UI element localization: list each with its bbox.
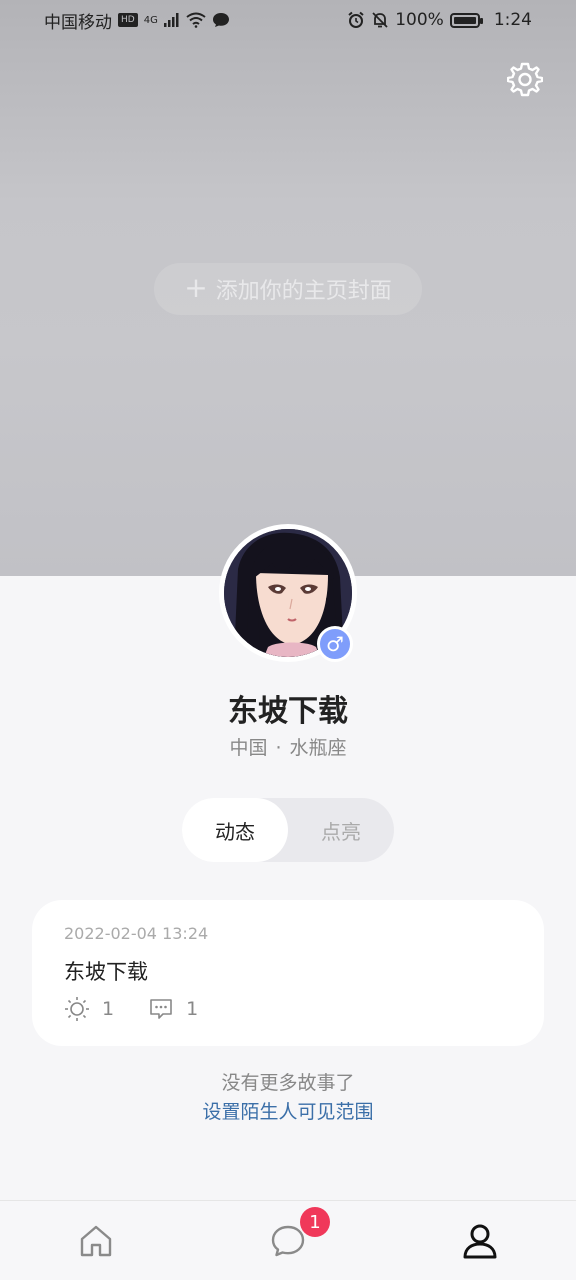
location-label: 中国 [229,737,268,759]
post-stats: 1 1 [64,996,232,1022]
message-notification-icon [212,13,229,27]
bottom-nav [0,1200,576,1280]
profile-tabs: 动态 点亮 [182,798,394,862]
message-badge: 1 [300,1207,330,1237]
profile-subinfo: 中国 · 水瓶座 [0,733,576,760]
status-bar: 中国移动 HD 4G 100% 1:24 [0,0,576,40]
profile-name: 东坡下载 [228,694,348,729]
clock: 1:24 [493,10,532,30]
add-cover-button[interactable]: + 添加你的主页封面 [154,263,422,315]
profile-icon [463,1224,497,1259]
settings-button[interactable] [505,59,545,99]
home-icon [80,1225,112,1257]
carrier-label: 中国移动 [44,12,112,33]
visibility-settings-link[interactable]: 设置陌生人可见范围 [0,1097,576,1124]
alarm-icon [348,11,364,28]
like-count: 1 [102,998,115,1020]
plus-icon: + [184,271,208,304]
signal-icon [163,13,179,27]
no-more-stories: 没有更多故事了 [221,1072,355,1094]
comment-button[interactable]: 1 [148,996,198,1022]
tab-dynamics[interactable]: 动态 [182,798,288,862]
network-type: 4G [143,14,158,26]
battery-percent: 100% [395,10,444,30]
wifi-icon [186,12,206,28]
sun-icon [65,997,89,1021]
like-button[interactable]: 1 [64,996,114,1022]
battery-icon [449,12,483,28]
gender-male-badge: ♂ [317,626,353,662]
gear-icon [507,62,543,97]
comment-count: 1 [186,998,199,1020]
post-content: 东坡下载 [64,960,148,984]
separator: · [275,737,282,759]
male-icon: ♂ [326,632,344,656]
hd-badge: HD [118,13,138,27]
post-card[interactable]: 2022-02-04 13:24 东坡下载 1 1 [32,900,544,1046]
mute-bell-icon [372,12,388,28]
tab-likes[interactable]: 点亮 [288,798,394,862]
post-time: 2022-02-04 13:24 [64,924,209,943]
comment-icon [150,999,172,1019]
nav-home[interactable] [76,1221,116,1261]
nav-profile[interactable] [460,1221,500,1261]
add-cover-label: 添加你的主页封面 [215,279,392,304]
zodiac-label: 水瓶座 [289,737,347,759]
